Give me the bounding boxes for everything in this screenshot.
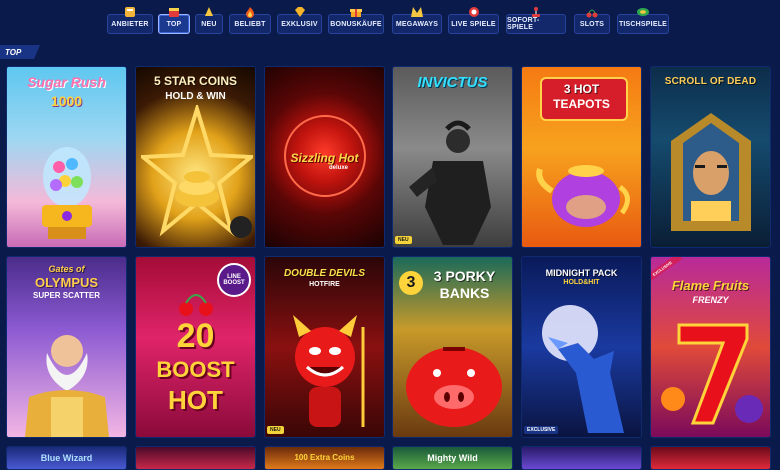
gladiator-art [409,120,491,245]
game-tile-3-porky-banks[interactable]: 3 3 PORKY BANKS [392,256,513,438]
game-tile-flame-fruits-frenzy[interactable]: EXCLUSIVE Flame Fruits FRENZY [650,256,771,438]
game-subtitle: BANKS [439,285,490,301]
game-tile-midnight-pack[interactable]: MIDNIGHT PACK HOLD&HIT EXCLUSIVE [521,256,642,438]
diamond-icon [292,5,308,19]
tab-tischspiele[interactable]: TISCHSPIELE [617,8,669,34]
game-subtitle: TEAPOTS [553,97,610,111]
game-title: INVICTUS [417,74,488,91]
zeus-art [25,335,109,437]
tab-bonuskaeufe[interactable]: BONUSKÄUFE [328,9,384,34]
wolf-art [542,305,624,433]
cherries-art [179,294,213,316]
game-subtitle: BOOST [156,357,235,382]
piggy-bank-art [406,347,502,427]
joystick-icon [528,5,544,19]
tab-anbieter[interactable]: ANBIETER [107,7,153,34]
seven-fruits-art [661,323,763,425]
tab-label: LIVE SPIELE [451,20,496,28]
game-title: 5 STAR COINS [153,74,238,88]
tab-label: TISCHSPIELE [618,20,668,28]
game-tile-row3-5[interactable] [521,446,642,470]
tab-slots[interactable]: SLOTS [574,9,610,34]
fire-icon [242,5,258,19]
game-title: MIDNIGHT PACK [545,268,618,278]
devil-art [293,315,365,427]
game-tile-gates-of-olympus[interactable]: Gates of OLYMPUS SUPER SCATTER [6,256,127,438]
top-icon [166,5,182,19]
new-icon [201,5,217,19]
game-tile-double-devils[interactable]: DOUBLE DEVILS HOTFIRE NEU [264,256,385,438]
game-subtitle: FRENZY [692,295,729,305]
teapot-art [536,165,630,227]
section-title: TOP [0,45,40,59]
tab-label: TOP [166,20,182,28]
cherry-icon [584,5,600,19]
tab-top[interactable]: TOP [158,8,190,34]
game-tile-100-extra-coins[interactable]: 100 Extra Coins [264,446,385,470]
roulette-icon [466,5,482,19]
game-title: 3 HOT [563,82,600,96]
new-badge: NEU [267,426,284,434]
tab-label: SLOTS [579,20,605,28]
game-tile-row3-2[interactable] [135,446,256,470]
game-title: Gates of [48,264,85,274]
megaways-icon [409,5,425,19]
game-tile-blue-wizard[interactable]: Blue Wizard [6,446,127,470]
game-tile-scroll-of-dead[interactable]: SCROLL OF DEAD [650,66,771,248]
game-title: DOUBLE DEVILS [283,268,366,279]
tab-sofort-spiele[interactable]: SOFORT-SPIELE [506,7,566,34]
game-tile-20-boost-hot[interactable]: LINE BOOST 20 BOOST HOT [135,256,256,438]
game-tagline: SUPER SCATTER [33,291,100,300]
game-title: Flame Fruits [671,278,750,293]
tab-megaways[interactable]: MEGAWAYS [392,7,442,34]
tab-neu[interactable]: NEU [195,7,223,34]
tab-label: BELIEBT [234,20,266,28]
game-tagline: HOT [168,385,223,415]
tab-beliebt[interactable]: BELIEBT [229,7,271,34]
game-title: Blue Wizard [40,453,93,463]
game-title: 20 [176,317,215,355]
category-nav: ANBIETER TOP NEU BELIEBT EXKLUSIV BONUSK… [0,0,780,40]
game-subtitle: deluxe [329,165,349,171]
tab-label: BONUSKÄUFE [330,20,382,28]
game-tile-sizzling-hot[interactable]: Sizzling Hot deluxe [264,66,385,248]
game-tile-invictus[interactable]: INVICTUS NEU [392,66,513,248]
game-title: Mighty Wild [427,453,478,463]
game-tile-row3-6[interactable] [650,446,771,470]
tab-label: MEGAWAYS [395,20,439,28]
game-subtitle: HOTFIRE [309,281,340,288]
gift-icon [348,5,364,19]
pharaoh-art [671,113,751,231]
game-title: Sizzling Hot [290,151,359,165]
game-tile-3-hot-teapots[interactable]: 3 HOT TEAPOTS [521,66,642,248]
provider-icon [122,5,138,19]
game-tile-sugar-rush[interactable]: Sugar Rush 1000 [6,66,127,248]
new-badge: NEU [395,236,412,244]
tab-live-spiele[interactable]: LIVE SPIELE [448,7,499,34]
line-boost-badge: LINE BOOST [217,263,251,297]
game-tile-5-star-coins[interactable]: 5 STAR COINS HOLD & WIN [135,66,256,248]
game-title: 100 Extra Coins [294,453,355,462]
exclusive-badge: EXCLUSIVE [524,426,559,434]
game-title: Sugar Rush [27,74,106,90]
tab-exklusiv[interactable]: EXKLUSIV [277,7,322,34]
game-tile-mighty-wild[interactable]: Mighty Wild [392,446,513,470]
table-icon [635,5,651,19]
game-subtitle: OLYMPUS [34,275,99,290]
game-subtitle: HOLD&HIT [563,279,600,286]
star-art [141,105,253,238]
game-title: 3 PORKY [433,268,496,284]
game-subtitle: 1000 [50,93,83,109]
gumball-machine-art [42,147,92,239]
tab-label: ANBIETER [111,20,149,28]
game-subtitle: HOLD & WIN [165,91,226,102]
game-title: SCROLL OF DEAD [664,76,757,87]
tab-label: SOFORT-SPIELE [507,17,540,31]
tab-label: NEU [201,20,217,28]
tab-label: EXKLUSIV [281,20,318,28]
